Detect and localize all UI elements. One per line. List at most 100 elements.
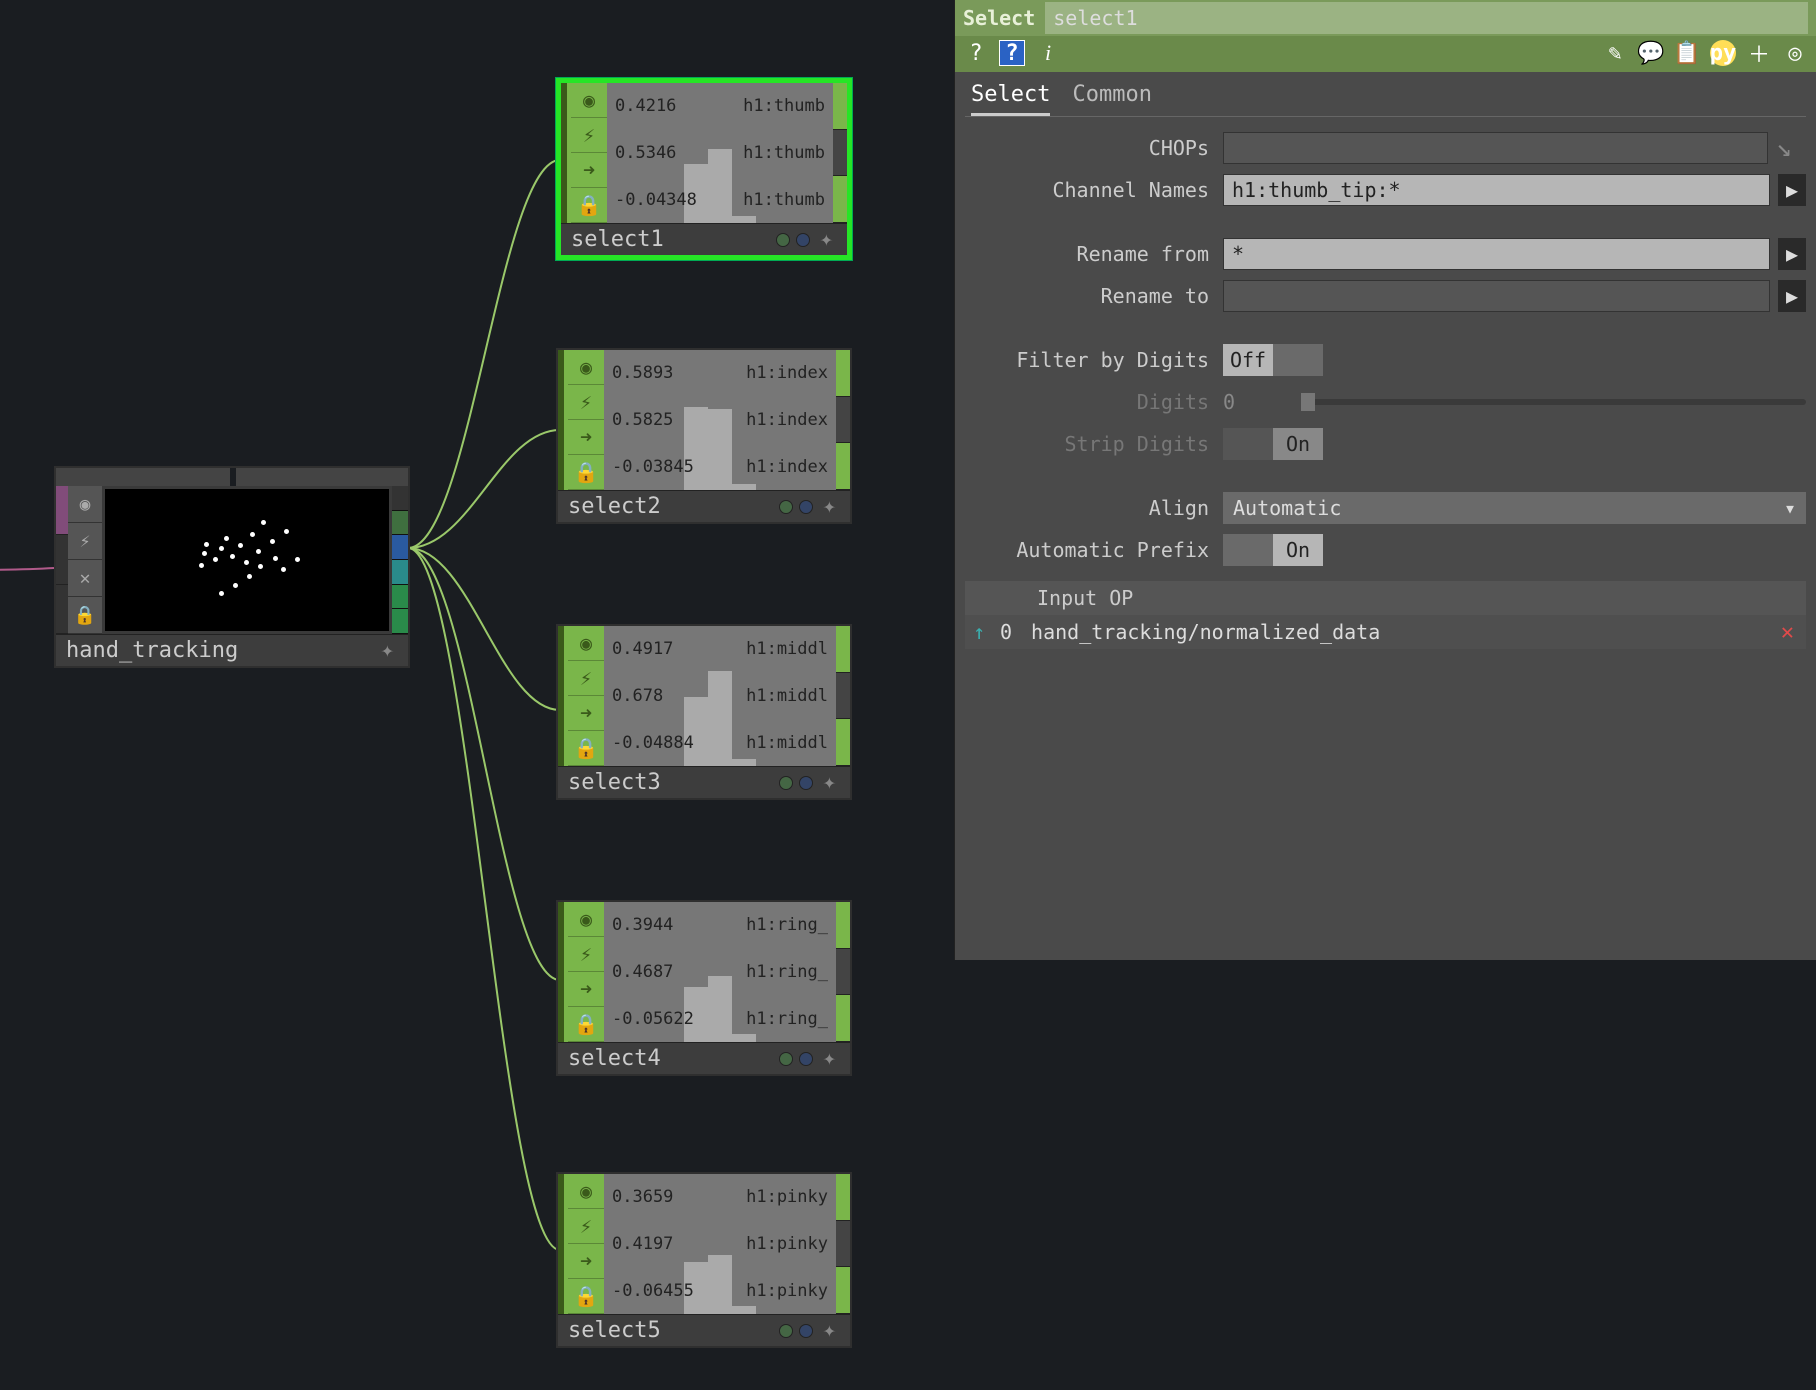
- param-label: Rename from: [965, 242, 1215, 266]
- chop-ref-arrow-icon[interactable]: ↘: [1776, 137, 1806, 159]
- bypass-flag-icon[interactable]: ⚡: [571, 118, 607, 153]
- node-name-label: select4: [568, 1046, 661, 1071]
- view-flag-icon[interactable]: ◉: [568, 902, 604, 937]
- node-flags[interactable]: ◉⚡➜🔒: [568, 350, 604, 490]
- rename-from-input[interactable]: [1223, 238, 1770, 270]
- add-flag-icon[interactable]: ✦: [377, 638, 398, 663]
- align-dropdown[interactable]: Automatic ▾: [1223, 492, 1806, 524]
- param-label: Channel Names: [965, 178, 1215, 202]
- add-flag-icon[interactable]: ✦: [819, 770, 840, 795]
- node-flags[interactable]: ◉⚡➜🔒: [568, 1174, 604, 1314]
- chops-input[interactable]: [1223, 132, 1768, 164]
- export-flag-icon[interactable]: ➜: [568, 972, 604, 1007]
- target-icon[interactable]: ◎: [1782, 40, 1808, 66]
- lock-flag-icon[interactable]: 🔒: [568, 1007, 604, 1042]
- operator-name-input[interactable]: [1045, 2, 1808, 34]
- remove-input-icon[interactable]: ✕: [1769, 620, 1806, 645]
- add-flag-icon[interactable]: ✦: [819, 1318, 840, 1343]
- chan-label: h1:pinky: [746, 1234, 828, 1254]
- node-name-label: select2: [568, 494, 661, 519]
- node-select3[interactable]: ◉⚡➜🔒 0.4917h1:middl 0.678h1:middl -0.048…: [556, 624, 852, 800]
- chan-label: h1:index: [746, 410, 828, 430]
- node-viewer[interactable]: 0.4216h1:thumb 0.5346h1:thumb -0.04348h1…: [607, 83, 833, 223]
- info-icon[interactable]: i: [1035, 40, 1061, 66]
- lock-flag-icon[interactable]: 🔒: [568, 731, 604, 766]
- comment-icon[interactable]: 💬: [1638, 40, 1664, 66]
- chan-value: 0.4687: [612, 962, 673, 982]
- chan-value: 0.3944: [612, 915, 673, 935]
- node-viewer[interactable]: 0.5893h1:index 0.5825h1:index -0.03845h1…: [604, 350, 836, 490]
- view-flag-icon[interactable]: ◉: [568, 626, 604, 661]
- add-flag-icon[interactable]: ✦: [816, 227, 837, 252]
- bypass-flag-icon[interactable]: ⚡: [568, 1209, 604, 1244]
- chan-label: h1:ring_: [746, 915, 828, 935]
- view-flag-icon[interactable]: ◉: [68, 486, 102, 523]
- close-flag-icon[interactable]: ✕: [68, 560, 102, 597]
- param-label: Align: [965, 496, 1215, 520]
- export-flag-icon[interactable]: ➜: [571, 153, 607, 188]
- chan-value: -0.05622: [612, 1009, 694, 1029]
- chan-label: h1:middl: [746, 686, 828, 706]
- export-flag-icon[interactable]: ➜: [568, 696, 604, 731]
- view-flag-icon[interactable]: ◉: [568, 1174, 604, 1209]
- expr-menu-button[interactable]: ▶: [1778, 174, 1806, 206]
- node-name-label: select5: [568, 1318, 661, 1343]
- node-flags[interactable]: ◉ ⚡ ➜ 🔒: [571, 83, 607, 223]
- node-viewer[interactable]: 0.3944h1:ring_ 0.4687h1:ring_ -0.05622h1…: [604, 902, 836, 1042]
- strip-digits-toggle: On: [1223, 428, 1323, 460]
- node-name-label: hand_tracking: [66, 638, 238, 663]
- node-select4[interactable]: ◉⚡➜🔒 0.3944 h1:ring_ 0.4687 h1:ring_ -0.05…: [556, 900, 852, 1076]
- chan-label: h1:ring_: [746, 962, 828, 982]
- node-select1[interactable]: ◉ ⚡ ➜ 🔒 0.4216h1:thumb 0.5346h1:thumb -0…: [556, 78, 852, 260]
- help-python-icon[interactable]: ?: [999, 40, 1025, 66]
- edit-icon[interactable]: ✎: [1602, 40, 1628, 66]
- lock-flag-icon[interactable]: 🔒: [568, 455, 604, 490]
- chan-value: -0.03845: [612, 457, 694, 477]
- param-label: Digits: [965, 390, 1215, 414]
- chan-label: h1:middl: [746, 733, 828, 753]
- channel-names-input[interactable]: [1223, 174, 1770, 206]
- node-viewer[interactable]: [102, 486, 392, 634]
- chan-value: 0.3659: [612, 1187, 673, 1207]
- parameter-toolbar: ? ? i ✎ 💬 📋 py ＋ ◎: [955, 36, 1816, 72]
- chan-label: h1:pinky: [746, 1187, 828, 1207]
- node-viewer[interactable]: 0.4917h1:middl 0.678h1:middl -0.04884h1:…: [604, 626, 836, 766]
- python-icon[interactable]: py: [1710, 40, 1736, 66]
- node-flags[interactable]: ◉⚡➜🔒: [568, 902, 604, 1042]
- view-flag-icon[interactable]: ◉: [568, 350, 604, 385]
- export-flag-icon[interactable]: ➜: [568, 420, 604, 455]
- operator-type-label: Select: [963, 6, 1035, 30]
- bypass-flag-icon[interactable]: ⚡: [568, 661, 604, 696]
- bypass-flag-icon[interactable]: ⚡: [68, 523, 102, 560]
- param-label: Rename to: [965, 284, 1215, 308]
- clipboard-icon[interactable]: 📋: [1674, 40, 1700, 66]
- rename-to-input[interactable]: [1223, 280, 1770, 312]
- view-flag-icon[interactable]: ◉: [571, 83, 607, 118]
- expr-menu-button[interactable]: ▶: [1778, 238, 1806, 270]
- add-flag-icon[interactable]: ✦: [819, 494, 840, 519]
- chan-label: h1:middl: [746, 639, 828, 659]
- bypass-flag-icon[interactable]: ⚡: [568, 937, 604, 972]
- expr-menu-button[interactable]: ▶: [1778, 280, 1806, 312]
- node-flags[interactable]: ◉⚡➜🔒: [568, 626, 604, 766]
- add-flag-icon[interactable]: ✦: [819, 1046, 840, 1071]
- bypass-flag-icon[interactable]: ⚡: [568, 385, 604, 420]
- automatic-prefix-toggle[interactable]: On: [1223, 534, 1323, 566]
- node-select5[interactable]: ◉⚡➜🔒 0.3659h1:pinky 0.4197h1:pinky -0.06…: [556, 1172, 852, 1348]
- chan-value: 0.678: [612, 686, 663, 706]
- node-viewer[interactable]: 0.3659h1:pinky 0.4197h1:pinky -0.06455h1…: [604, 1174, 836, 1314]
- lock-flag-icon[interactable]: 🔒: [571, 188, 607, 223]
- lock-flag-icon[interactable]: 🔒: [68, 597, 102, 634]
- chan-value: -0.06455: [612, 1281, 694, 1301]
- tab-select[interactable]: Select: [971, 82, 1050, 116]
- export-flag-icon[interactable]: ➜: [568, 1244, 604, 1279]
- lock-flag-icon[interactable]: 🔒: [568, 1279, 604, 1314]
- tab-common[interactable]: Common: [1072, 82, 1151, 116]
- input-op-row[interactable]: ↑ 0 hand_tracking/normalized_data ✕: [965, 615, 1806, 649]
- filter-by-digits-toggle[interactable]: Off: [1223, 344, 1323, 376]
- node-hand-tracking[interactable]: ◉ ⚡ ✕ 🔒: [54, 466, 410, 668]
- help-icon[interactable]: ?: [963, 40, 989, 66]
- node-flags[interactable]: ◉ ⚡ ✕ 🔒: [68, 486, 102, 634]
- node-select2[interactable]: ◉⚡➜🔒 0.5893h1:index 0.5825h1:index -0.03…: [556, 348, 852, 524]
- add-icon[interactable]: ＋: [1746, 40, 1772, 66]
